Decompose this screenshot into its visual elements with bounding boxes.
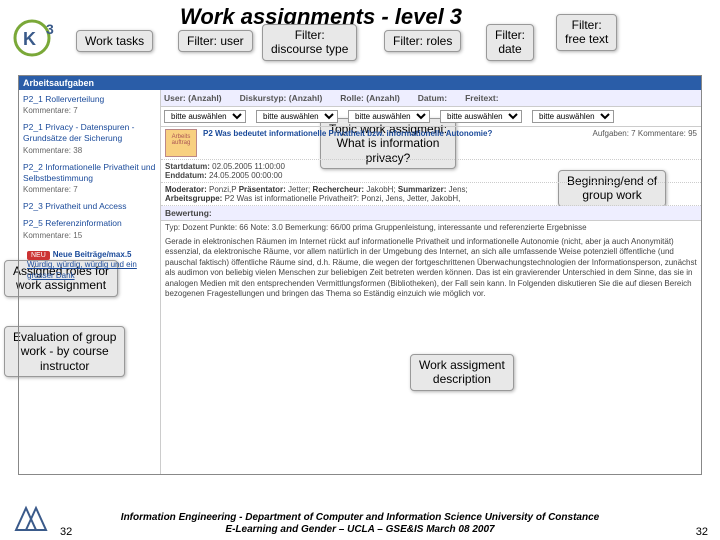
nav-title: P2_3 Privatheit und Access — [23, 201, 126, 211]
filter-selects-row: bitte auswählen bitte auswählen bitte au… — [161, 107, 701, 127]
list-item[interactable]: P2_2 Informationelle Privatheit und Selb… — [23, 162, 156, 195]
screenshot-panel: Arbeitsaufgaben P2_1 Rollerverteilung Kom… — [18, 75, 702, 475]
screenshot-bluebar: Arbeitsaufgaben — [19, 76, 701, 90]
group-value: P2 Was ist informationelle Privatheit?: … — [225, 194, 461, 203]
eval-header: Bewertung: — [161, 206, 701, 221]
pres-label: Präsentator: — [239, 185, 286, 194]
screenshot-body: P2_1 Rollerverteilung Kommentare: 7 P2_1 … — [19, 90, 701, 474]
topic-title[interactable]: P2 Was bedeutet informationelle Privathe… — [203, 129, 586, 139]
page-number-right: 32 — [696, 526, 708, 538]
neu-label: Neue Beiträge/max.5 — [53, 250, 132, 259]
eval-text: Typ: Dozent Punkte: 66 Note: 3.0 Bemerku… — [161, 221, 701, 234]
mod-value: Ponzi,P — [209, 185, 236, 194]
freetext-select[interactable]: bitte auswählen — [532, 110, 614, 123]
filter-freetext-label: Freitext: — [465, 93, 499, 103]
nav-sub: Kommentare: 7 — [23, 185, 78, 194]
end-date-value: 24.05.2005 00:00:00 — [209, 171, 282, 180]
end-date-label: Enddatum: — [165, 171, 207, 180]
assignment-icon: Arbeits auftrag — [165, 129, 197, 157]
neu-link[interactable]: Würdig, würdig, würdig und ein grosser D… — [27, 260, 137, 279]
svg-text:K: K — [23, 29, 36, 49]
moderators-block: Moderator: Ponzi,P Präsentator: Jetter; … — [161, 183, 701, 206]
list-item[interactable]: P2_1 Rollerverteilung Kommentare: 7 — [23, 94, 156, 116]
nav-title: P2_1 Rollerverteilung — [23, 94, 104, 104]
rech-label: Rechercheur: — [313, 185, 365, 194]
nav-sub: Kommentare: 7 — [23, 106, 78, 115]
callout-filter-roles: Filter: roles — [384, 30, 461, 52]
user-select[interactable]: bitte auswählen — [164, 110, 246, 123]
callout-work-tasks: Work tasks — [76, 30, 153, 52]
filter-role-label: Rolle: (Anzahl) — [340, 93, 400, 103]
filter-date-label: Datum: — [418, 93, 447, 103]
nav-title: P2_1 Privacy - Datenspuren - Grundsätze … — [23, 122, 135, 143]
screenshot-left-nav: P2_1 Rollerverteilung Kommentare: 7 P2_1 … — [19, 90, 161, 474]
k3-logo-svg: K 3 — [12, 18, 67, 58]
filter-header-row: User: (Anzahl) Diskurstyp: (Anzahl) Roll… — [161, 90, 701, 107]
date-select[interactable]: bitte auswählen — [440, 110, 522, 123]
dates-block: Startdatum: 02.05.2005 11:00:00 Enddatum… — [161, 160, 701, 183]
description-text: Gerade in elektronischen Räumen im Inter… — [161, 234, 701, 302]
callout-filter-date: Filter: date — [486, 24, 534, 61]
nav-title: P2_5 Referenzinformation — [23, 218, 122, 228]
group-label: Arbeitsgruppe: — [165, 194, 222, 203]
callout-filter-discourse: Filter: discourse type — [262, 24, 357, 61]
start-date-label: Startdatum: — [165, 162, 210, 171]
nav-title: P2_2 Informationelle Privatheit und Selb… — [23, 162, 155, 183]
neu-badge: NEU — [27, 251, 50, 260]
callout-filter-user: Filter: user — [178, 30, 253, 52]
pres-value: Jetter; — [288, 185, 310, 194]
new-posts-section: NEUNeue Beiträge/max.5 Würdig, würdig, w… — [23, 247, 156, 284]
topic-row: Arbeits auftrag P2 Was bedeutet informat… — [161, 127, 701, 160]
screenshot-main: User: (Anzahl) Diskurstyp: (Anzahl) Roll… — [161, 90, 701, 474]
filter-user-label: User: (Anzahl) — [164, 93, 222, 103]
discourse-select[interactable]: bitte auswählen — [256, 110, 338, 123]
topic-meta: Aufgaben: 7 Kommentare: 95 — [592, 129, 697, 138]
nav-sub: Kommentare: 38 — [23, 146, 82, 155]
list-item[interactable]: P2_5 Referenzinformation Kommentare: 15 — [23, 218, 156, 240]
list-item[interactable]: P2_1 Privacy - Datenspuren - Grundsätze … — [23, 122, 156, 155]
svg-text:3: 3 — [46, 21, 54, 37]
role-select[interactable]: bitte auswählen — [348, 110, 430, 123]
page-number-left: 32 — [60, 526, 72, 538]
k3-logo: K 3 — [12, 18, 67, 58]
start-date-value: 02.05.2005 11:00:00 — [212, 162, 285, 171]
summ-value: Jens; — [449, 185, 468, 194]
footer-line2: E-Learning and Gender – UCLA – GSE&IS Ma… — [225, 524, 494, 535]
callout-filter-freetext: Filter: free text — [556, 14, 617, 51]
list-item[interactable]: P2_3 Privatheit und Access — [23, 201, 156, 212]
filter-discourse-label: Diskurstyp: (Anzahl) — [240, 93, 323, 103]
footer-line1: Information Engineering - Department of … — [121, 512, 599, 523]
rech-value: JakobH; — [366, 185, 395, 194]
summ-label: Summarizer: — [398, 185, 446, 194]
mod-label: Moderator: — [165, 185, 207, 194]
nav-sub: Kommentare: 15 — [23, 231, 82, 240]
footer-text: Information Engineering - Department of … — [0, 512, 720, 536]
